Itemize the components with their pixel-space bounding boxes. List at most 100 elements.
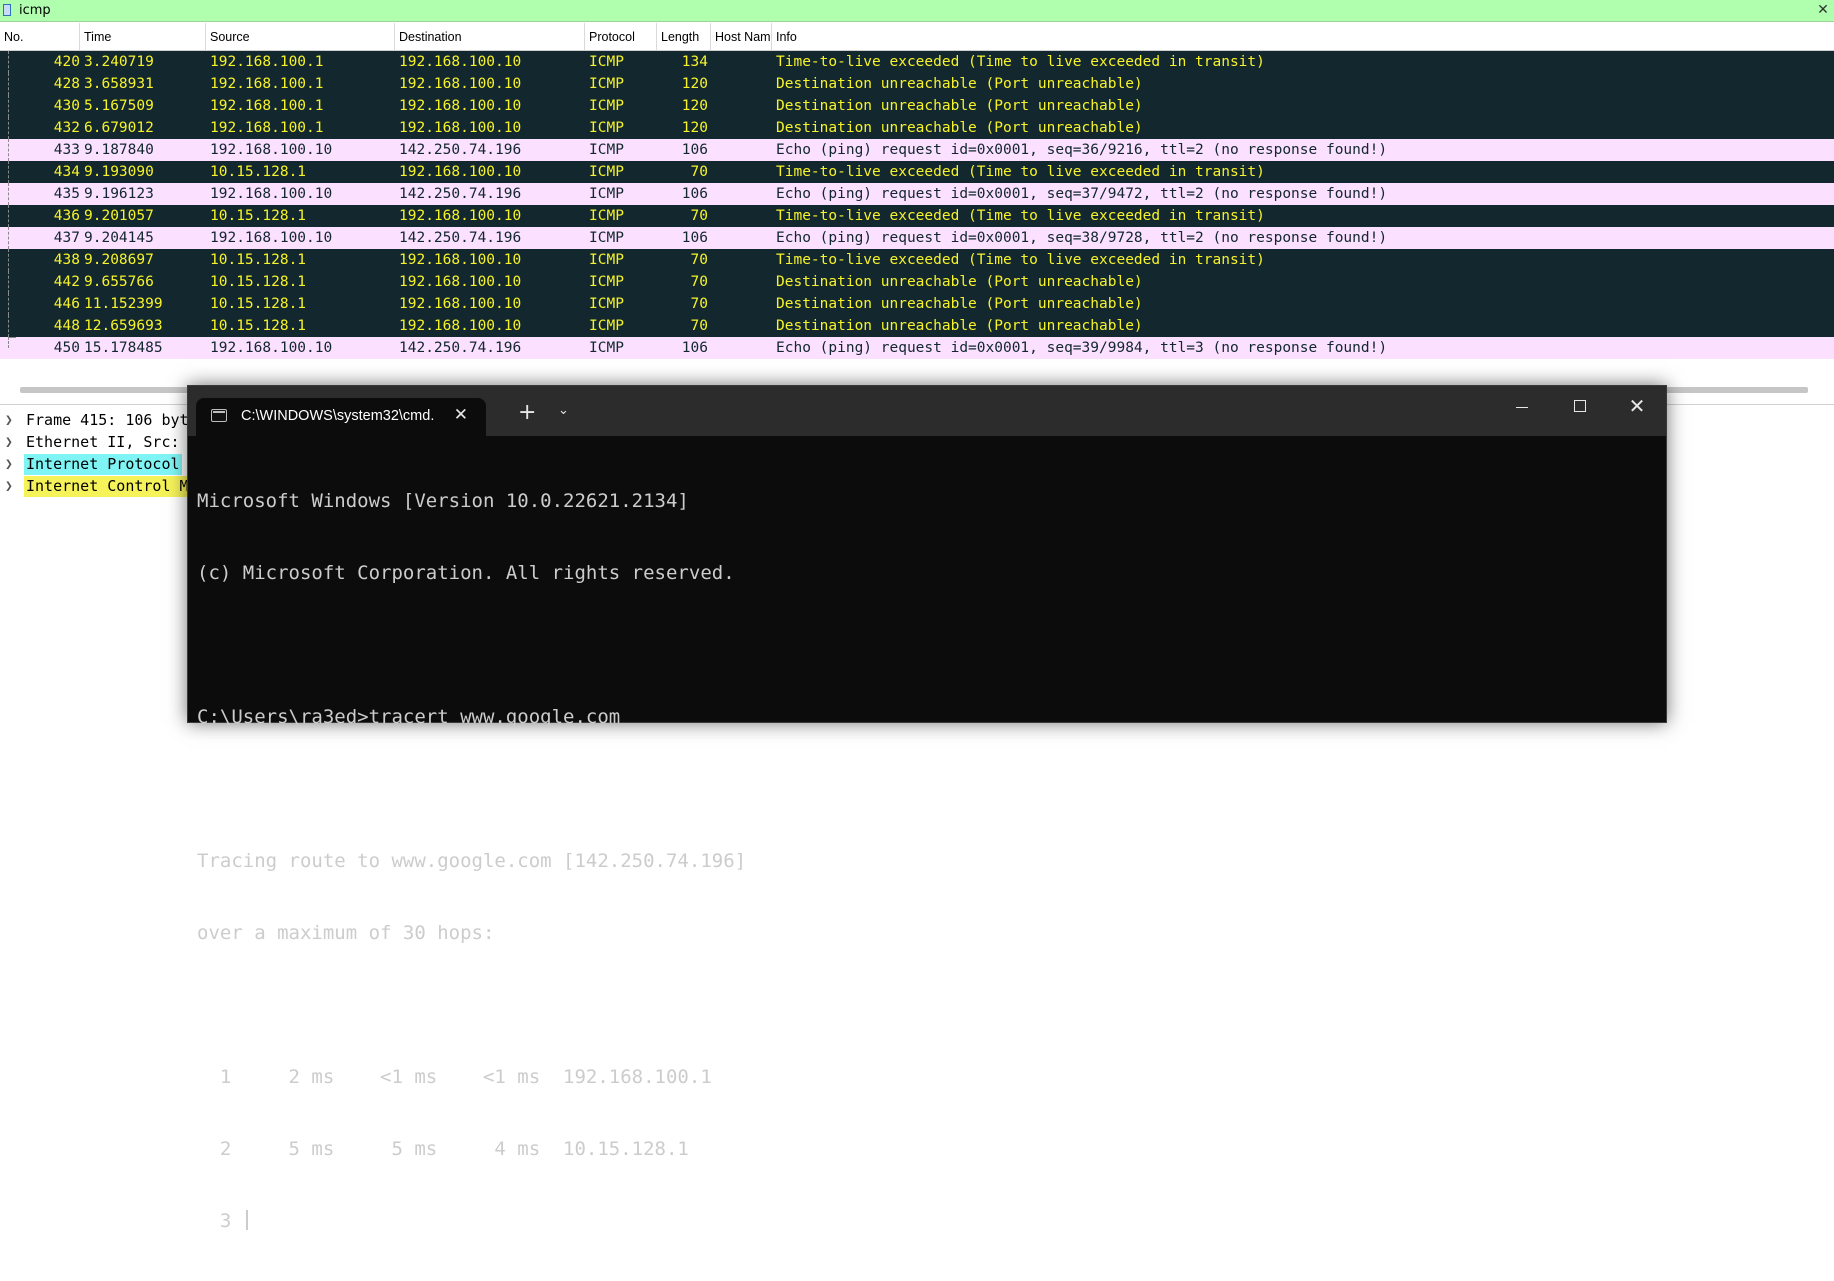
packet-time: 9.655766 (84, 274, 154, 290)
packet-length: 70 (690, 208, 708, 224)
packet-info: Echo (ping) request id=0x0001, seq=37/94… (776, 186, 1388, 202)
expand-arrow-icon[interactable]: ❯ (5, 454, 13, 475)
packet-source: 192.168.100.1 (210, 98, 324, 114)
packet-row[interactable]: 437 9.204145 192.168.100.10 142.250.74.196 I… (0, 227, 1834, 249)
packet-source: 10.15.128.1 (210, 208, 307, 224)
packet-time: 9.208697 (84, 252, 154, 268)
packet-number: 442 (53, 274, 80, 290)
column-header-source[interactable]: Source (206, 23, 395, 50)
minimize-icon (1516, 407, 1528, 408)
terminal-prompt-line[interactable]: 3 (197, 1209, 1656, 1233)
packet-length: 134 (681, 54, 708, 70)
packet-protocol: ICMP (589, 252, 624, 268)
packet-protocol: ICMP (589, 98, 624, 114)
packet-destination: 192.168.100.10 (399, 120, 522, 136)
packet-number: 420 (53, 54, 80, 70)
display-filter-input[interactable] (19, 1, 1809, 20)
packet-protocol: ICMP (589, 296, 624, 312)
packet-info: Time-to-live exceeded (Time to live exce… (776, 208, 1265, 224)
column-header-no[interactable]: No. (0, 23, 80, 50)
related-packet-line (8, 183, 10, 205)
packet-number: 446 (53, 296, 80, 312)
packet-time: 9.196123 (84, 186, 154, 202)
terminal-output[interactable]: Microsoft Windows [Version 10.0.22621.21… (197, 441, 1656, 1232)
packet-source: 192.168.100.10 (210, 230, 333, 246)
column-header-host-name[interactable]: Host Nam (711, 23, 772, 50)
column-header-protocol[interactable]: Protocol (585, 23, 657, 50)
related-packet-line (8, 249, 10, 271)
packet-destination: 192.168.100.10 (399, 274, 522, 290)
packet-source: 192.168.100.10 (210, 186, 333, 202)
packet-row[interactable]: 438 9.208697 10.15.128.1 192.168.100.10 ICMP… (0, 249, 1834, 271)
expand-arrow-icon[interactable]: ❯ (5, 432, 13, 453)
packet-row[interactable]: 434 9.193090 10.15.128.1 192.168.100.10 ICMP… (0, 161, 1834, 183)
packet-protocol: ICMP (589, 208, 624, 224)
terminal-line: 2 5 ms 5 ms 4 ms 10.15.128.1 (197, 1138, 689, 1160)
terminal-title-bar[interactable]: C:\WINDOWS\system32\cmd. ✕ + ⌄ ✕ (188, 386, 1666, 436)
packet-info: Destination unreachable (Port unreachabl… (776, 98, 1143, 114)
packet-protocol: ICMP (589, 120, 624, 136)
related-packet-line (8, 337, 10, 348)
expand-arrow-icon[interactable]: ❯ (5, 410, 13, 431)
packet-time: 5.167509 (84, 98, 154, 114)
packet-number: 430 (53, 98, 80, 114)
packet-time: 12.659693 (84, 318, 163, 334)
new-tab-button[interactable]: + (518, 402, 536, 424)
terminal-line: 1 2 ms <1 ms <1 ms 192.168.100.1 (197, 1066, 712, 1088)
packet-destination: 192.168.100.10 (399, 98, 522, 114)
terminal-tab[interactable]: C:\WINDOWS\system32\cmd. ✕ (196, 398, 486, 436)
display-filter-bar: ✕ (0, 0, 1834, 22)
bookmark-icon[interactable] (3, 4, 11, 16)
packet-row[interactable]: 428 3.658931 192.168.100.1 192.168.100.10 IC… (0, 73, 1834, 95)
packet-list: No. Time Source Destination Protocol Len… (0, 23, 1834, 363)
maximize-button[interactable] (1550, 386, 1608, 426)
related-packet-line (8, 315, 10, 337)
packet-source: 10.15.128.1 (210, 274, 307, 290)
packet-time: 3.658931 (84, 76, 154, 92)
packet-row[interactable]: 432 6.679012 192.168.100.1 192.168.100.10 IC… (0, 117, 1834, 139)
related-packet-line (8, 205, 10, 227)
column-header-destination[interactable]: Destination (395, 23, 585, 50)
related-packet-line (8, 117, 10, 139)
tab-close-icon[interactable]: ✕ (454, 405, 468, 425)
packet-row[interactable]: 420 3.240719 192.168.100.1 192.168.100.10 IC… (0, 51, 1834, 73)
minimize-button[interactable] (1492, 386, 1550, 426)
related-packet-line (8, 139, 10, 161)
column-header-length[interactable]: Length (657, 23, 711, 50)
column-header-time[interactable]: Time (80, 23, 206, 50)
packet-length: 120 (681, 98, 708, 114)
close-button[interactable]: ✕ (1608, 386, 1666, 426)
packet-row[interactable]: 436 9.201057 10.15.128.1 192.168.100.10 ICMP… (0, 205, 1834, 227)
related-packet-line (8, 227, 10, 249)
packet-destination: 142.250.74.196 (399, 142, 522, 158)
clear-filter-icon[interactable]: ✕ (1814, 1, 1832, 19)
packet-row[interactable]: 435 9.196123 192.168.100.10 142.250.74.196 I… (0, 183, 1834, 205)
packet-info: Echo (ping) request id=0x0001, seq=39/99… (776, 340, 1388, 356)
chevron-down-icon[interactable]: ⌄ (558, 403, 569, 418)
related-packet-end-line (8, 337, 16, 338)
packet-row[interactable]: 430 5.167509 192.168.100.1 192.168.100.10 IC… (0, 95, 1834, 117)
packet-number: 432 (53, 120, 80, 136)
packet-info: Destination unreachable (Port unreachabl… (776, 76, 1143, 92)
column-header-info[interactable]: Info (772, 23, 1834, 50)
packet-number: 434 (53, 164, 80, 180)
packet-row[interactable]: 442 9.655766 10.15.128.1 192.168.100.10 ICMP… (0, 271, 1834, 293)
packet-length: 70 (690, 164, 708, 180)
packet-row[interactable]: 446 11.152399 10.15.128.1 192.168.100.10 ICM… (0, 293, 1834, 315)
packet-time: 9.201057 (84, 208, 154, 224)
packet-protocol: ICMP (589, 54, 624, 70)
related-packet-line (8, 51, 10, 73)
packet-info: Destination unreachable (Port unreachabl… (776, 120, 1143, 136)
expand-arrow-icon[interactable]: ❯ (5, 476, 13, 497)
packet-row[interactable]: 433 9.187840 192.168.100.10 142.250.74.196 I… (0, 139, 1834, 161)
packet-destination: 192.168.100.10 (399, 164, 522, 180)
terminal-window[interactable]: C:\WINDOWS\system32\cmd. ✕ + ⌄ ✕ Microso… (187, 385, 1667, 1232)
packet-number: 435 (53, 186, 80, 202)
detail-label: Internet Control M (24, 476, 191, 497)
packet-info: Time-to-live exceeded (Time to live exce… (776, 252, 1265, 268)
packet-length: 120 (681, 120, 708, 136)
packet-row[interactable]: 448 12.659693 10.15.128.1 192.168.100.10 ICM… (0, 315, 1834, 337)
packet-row[interactable]: 450 15.178485 192.168.100.10 142.250.74.196… (0, 337, 1834, 359)
